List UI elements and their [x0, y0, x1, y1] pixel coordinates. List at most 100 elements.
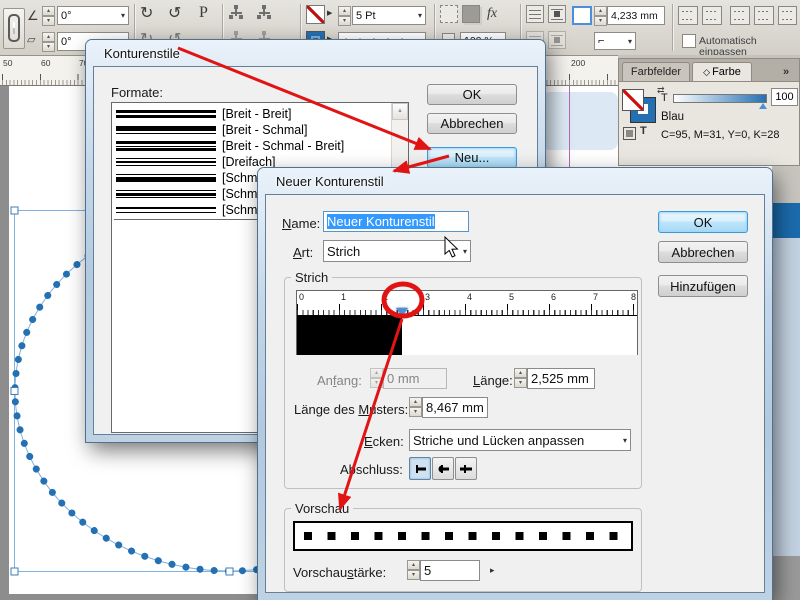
- chevron-down-icon[interactable]: ▾: [623, 436, 627, 445]
- transparency-icon[interactable]: [440, 5, 458, 23]
- autofit-checkbox[interactable]: [682, 34, 696, 48]
- style-preview: [116, 156, 216, 168]
- shear-stepper[interactable]: ▴▾: [42, 32, 55, 51]
- corners-combo[interactable]: Striche und Lücken anpassen▾: [409, 429, 631, 451]
- length-stepper[interactable]: ▴▾: [514, 368, 527, 387]
- new-style-button[interactable]: Neu...: [427, 147, 517, 168]
- tint-value-field[interactable]: 100: [771, 88, 798, 106]
- fit-frame-to-content-icon[interactable]: [702, 6, 722, 25]
- color-breakdown: C=95, M=31, Y=0, K=28: [661, 129, 779, 141]
- panel-dock-header: [772, 203, 800, 238]
- corner-options-icon[interactable]: [572, 6, 592, 25]
- shear-angle-icon: ▱: [27, 35, 35, 46]
- constrain-link-button[interactable]: [3, 8, 25, 49]
- dock-footer: [772, 556, 800, 600]
- autofit-label: Automatisch einpassen: [699, 36, 800, 57]
- dash-track[interactable]: [297, 316, 637, 355]
- flip-vertical-icon[interactable]: [256, 5, 272, 21]
- name-label: Name:: [282, 216, 320, 231]
- projecting-cap-button[interactable]: [455, 457, 477, 480]
- rotate-cw-icon[interactable]: ↻: [140, 6, 153, 22]
- type-combo[interactable]: Strich▾: [323, 240, 471, 262]
- paragraph-icon[interactable]: P: [199, 5, 208, 21]
- length-label: Länge:: [473, 373, 513, 388]
- effects-fx-icon[interactable]: fx: [487, 7, 497, 21]
- chevron-down-icon[interactable]: ▾: [463, 247, 467, 256]
- flip-horizontal-icon[interactable]: [228, 5, 244, 21]
- corner-radius-field[interactable]: 4,233 mm: [607, 6, 665, 25]
- pattern-length-stepper[interactable]: ▴▾: [409, 397, 422, 416]
- formatting-affects-container-icon[interactable]: [623, 127, 636, 140]
- butt-cap-button[interactable]: [409, 457, 431, 480]
- fill-proxy-swatch-none[interactable]: [622, 89, 644, 111]
- preview-weight-field[interactable]: 5: [420, 560, 480, 581]
- style-preview: [116, 124, 216, 136]
- corner-radius-stepper[interactable]: ▴▾: [594, 6, 607, 25]
- dash-pattern-ruler[interactable]: 0 1 2 3 4 5 6 7 8: [296, 290, 638, 355]
- fit-content-to-frame-icon[interactable]: [678, 6, 698, 25]
- style-preview: [116, 188, 216, 200]
- fill-frame-proportionally-icon[interactable]: [754, 6, 774, 25]
- tab-farbfelder[interactable]: Farbfelder: [622, 62, 690, 81]
- preview-weight-label: Vorschaustärke:: [293, 565, 386, 580]
- corners-label: Ecken:: [364, 434, 404, 449]
- fit-content-proportionally-icon[interactable]: [778, 6, 797, 25]
- start-stepper: ▴▾: [370, 368, 383, 387]
- dash-ruler-numbers: 0 1 2 3 4 5 6 7 8: [297, 291, 637, 304]
- list-item[interactable]: [Breit - Schmal - Breit]: [112, 138, 391, 154]
- pattern-length-field[interactable]: 8,467 mm: [422, 397, 488, 418]
- formats-label: Formate:: [111, 85, 163, 100]
- dialog-title: Konturenstile: [104, 46, 180, 61]
- stroke-weight-combo[interactable]: 5 Pt▾: [352, 6, 426, 25]
- formatting-affects-text-icon[interactable]: T: [640, 125, 647, 137]
- start-field: 0 mm: [383, 368, 447, 389]
- type-label: Art:: [293, 245, 313, 260]
- stroke-swatch-arrow-icon[interactable]: ▶: [327, 9, 332, 17]
- dash-length-marker[interactable]: [396, 308, 408, 316]
- dialog-title: Neuer Konturenstil: [276, 174, 384, 189]
- rotation-angle-icon: ∠: [27, 9, 39, 22]
- rotate-ccw-icon[interactable]: ↺: [168, 6, 181, 22]
- rotation-angle-combo[interactable]: 0°▾: [57, 6, 129, 25]
- corner-style-combo[interactable]: ⌐▾: [594, 32, 636, 50]
- pattern-length-label: Länge des Musters:: [294, 402, 408, 417]
- round-cap-button[interactable]: [432, 457, 454, 480]
- tab-farbe[interactable]: ◇Farbe: [692, 62, 752, 81]
- cancel-button[interactable]: Abbrechen: [427, 113, 517, 134]
- new-stroke-style-dialog-titlebar[interactable]: Neuer Konturenstil: [265, 168, 765, 194]
- ok-button[interactable]: OK: [427, 84, 517, 105]
- tint-slider-label: T: [661, 92, 668, 104]
- preview-weight-stepper[interactable]: ▴▾: [407, 560, 420, 579]
- panel-tab-bar: Farbfelder ◇Farbe »: [619, 59, 799, 82]
- drop-shadow-icon[interactable]: [462, 5, 480, 23]
- start-label: Anfang:: [317, 373, 362, 388]
- ok-button[interactable]: OK: [658, 211, 748, 233]
- stroke-weight-stepper[interactable]: ▴▾: [338, 6, 351, 25]
- tint-slider-thumb[interactable]: [759, 103, 767, 109]
- list-item[interactable]: [Breit - Schmal]: [112, 122, 391, 138]
- rotation-stepper[interactable]: ▴▾: [42, 6, 55, 25]
- stroke-none-swatch[interactable]: [306, 5, 325, 24]
- length-field[interactable]: 2,525 mm: [527, 368, 595, 389]
- center-content-icon[interactable]: [730, 6, 750, 25]
- dash-group-label: Strich: [291, 270, 332, 285]
- wrap-next-column-icon[interactable]: [548, 31, 566, 49]
- tint-slider[interactable]: [673, 94, 767, 103]
- wrap-none-icon[interactable]: [526, 5, 544, 23]
- name-field[interactable]: Neuer Konturenstil: [323, 211, 469, 232]
- style-preview: [116, 204, 216, 216]
- cancel-button[interactable]: Abbrechen: [658, 241, 748, 263]
- new-stroke-style-dialog: Neuer Konturenstil Name: Neuer Konturens…: [258, 168, 772, 600]
- style-preview: [116, 140, 216, 152]
- stroke-styles-dialog-titlebar[interactable]: Konturenstile: [93, 40, 538, 66]
- style-preview: [116, 108, 216, 120]
- dash-segment[interactable]: [297, 316, 402, 355]
- scroll-up-icon[interactable]: ▲: [392, 103, 408, 120]
- style-preview: [116, 172, 216, 184]
- stroke-preview: [293, 521, 633, 551]
- wrap-around-icon[interactable]: [548, 5, 566, 23]
- preview-weight-flyout-icon[interactable]: ▸: [490, 565, 495, 576]
- add-button[interactable]: Hinzufügen: [658, 275, 748, 297]
- list-item[interactable]: [Breit - Breit]: [112, 106, 391, 122]
- collapse-panel-icon[interactable]: »: [774, 62, 798, 81]
